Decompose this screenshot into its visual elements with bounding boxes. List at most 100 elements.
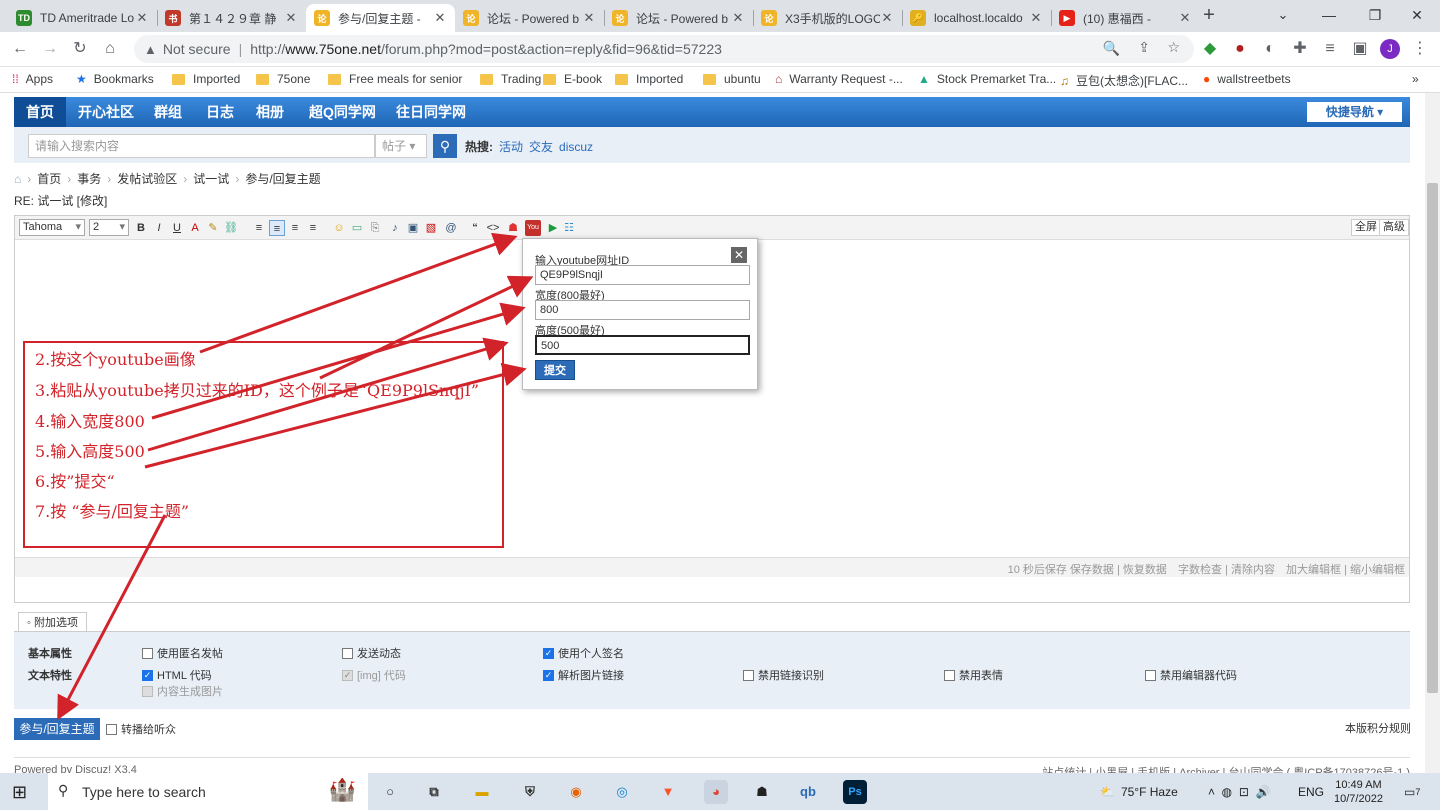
restore-button[interactable]: ❐ — [1352, 0, 1398, 32]
tv-icon[interactable]: ☷ — [561, 220, 577, 236]
checkbox[interactable] — [342, 647, 353, 659]
close-window-button[interactable]: ✕ — [1394, 0, 1440, 32]
font-color-icon[interactable]: A — [187, 220, 203, 236]
forum-nav-item[interactable]: 往日同学网 — [384, 97, 478, 127]
checkbox[interactable]: ✓ — [142, 669, 153, 681]
option-checkbox-row[interactable]: 使用匿名发帖 — [142, 645, 223, 661]
clock[interactable]: 10:49 AM 10/7/2022 — [1334, 773, 1383, 810]
windows-start-icon[interactable]: ⊞ — [12, 782, 27, 803]
forum-nav-item[interactable]: 超Q同学网 — [297, 97, 388, 127]
input-language[interactable]: ENG — [1298, 773, 1324, 810]
option-checkbox-row[interactable]: ✓ 使用个人签名 — [543, 645, 624, 661]
footer-links[interactable]: 站点统计 | 小黑屋 | 手机版 | Archiver | 台山同学会 ( 粤I… — [1042, 764, 1410, 773]
browser-tab[interactable]: 论参与/回复主题 - ✕ — [306, 4, 455, 32]
align-center-icon[interactable]: ≡ — [269, 220, 285, 236]
bookmark-item[interactable]: ubuntu — [703, 72, 761, 86]
browser-tab[interactable]: 论 X3手机版的LOGO ✕ — [753, 4, 902, 32]
option-checkbox-row[interactable]: 禁用表情 — [944, 667, 1003, 683]
quick-nav-button[interactable]: 快捷导航 ▾ — [1307, 102, 1402, 122]
firefox-icon[interactable]: ◉ — [564, 780, 588, 804]
reload-icon[interactable]: ↻ — [70, 39, 90, 59]
quote-icon[interactable]: “ — [467, 220, 483, 236]
rules-link[interactable]: 本版积分规则 — [1345, 720, 1411, 736]
width-field[interactable]: 800 — [535, 300, 750, 320]
media-icon[interactable]: ≡ — [1320, 39, 1340, 59]
minimize-button[interactable]: — — [1306, 0, 1352, 32]
flash-icon[interactable]: ▧ — [423, 220, 439, 236]
tab-close-icon[interactable]: ✕ — [284, 10, 298, 26]
chrome-icon[interactable]: ◕ — [704, 780, 728, 804]
forward-option[interactable]: 转播给听众 — [106, 721, 176, 737]
bookmark-item[interactable]: ♫ 豆包(太想念)[FLAC... — [1060, 72, 1188, 89]
forward-icon[interactable]: → — [40, 39, 60, 59]
bookmark-item[interactable]: 75one — [256, 72, 310, 86]
shield-icon[interactable]: ⛨ — [518, 780, 542, 804]
bookmark-item[interactable]: ⌂ Warranty Request -... — [775, 72, 903, 86]
fullscreen-button[interactable]: 全屏 — [1351, 219, 1381, 236]
bookmark-item[interactable]: ● wallstreetbets — [1203, 72, 1291, 86]
checkbox[interactable] — [142, 647, 153, 659]
zoom-icon[interactable]: 🔍 — [1103, 40, 1120, 57]
height-field[interactable]: 500 — [535, 335, 750, 355]
checkbox[interactable]: ✓ — [543, 647, 554, 659]
checkbox[interactable] — [743, 669, 754, 681]
photoshop-icon[interactable]: Ps — [843, 780, 867, 804]
bookmark-item[interactable]: E-book — [543, 72, 602, 86]
image-icon[interactable]: ▭ — [349, 220, 365, 236]
bookmark-item[interactable]: Imported — [615, 72, 683, 86]
search-button[interactable]: ⚲ — [433, 134, 457, 158]
bookmark-item[interactable]: ⁞⁞ Apps — [12, 72, 53, 86]
breadcrumb-item[interactable]: 首页 — [37, 170, 61, 187]
tray-icons[interactable]: ˄ ◍ ⊡ 🔊 — [1208, 773, 1270, 810]
align-right-icon[interactable]: ≡ — [287, 220, 303, 236]
bookmark-item[interactable]: ★ Bookmarks — [76, 72, 154, 86]
close-icon[interactable]: ✕ — [731, 247, 747, 263]
forum-nav-item[interactable]: 相册 — [244, 97, 296, 127]
forum-nav-item[interactable]: 开心社区 — [66, 97, 146, 127]
qbittorrent-icon[interactable]: qb — [796, 780, 820, 804]
new-tab-button[interactable]: + — [1186, 0, 1232, 32]
advanced-button[interactable]: 高级 — [1379, 219, 1409, 236]
weather-widget[interactable]: ⛅ 75°F Haze — [1100, 773, 1178, 810]
attachment-icon[interactable]: ⎘ — [367, 220, 383, 236]
option-checkbox-row[interactable]: 发送动态 — [342, 645, 401, 661]
browser-tab[interactable]: 论论坛 - Powered b ✕ — [455, 4, 604, 32]
back-icon[interactable]: ← — [10, 39, 30, 59]
tab-close-icon[interactable]: ✕ — [582, 10, 596, 26]
youtube-icon[interactable]: You — [525, 220, 541, 236]
forum-nav-item[interactable]: 首页 — [14, 97, 66, 127]
tab-close-icon[interactable]: ✕ — [135, 10, 149, 26]
dialog-submit-button[interactable]: 提交 — [535, 360, 575, 380]
bookmark-star-icon[interactable]: ☆ — [1167, 39, 1180, 56]
hot-link[interactable]: 交友 — [529, 140, 553, 154]
word-check-link[interactable]: 字数检查 | 清除内容 — [1178, 564, 1275, 576]
qq-icon[interactable]: ☗ — [750, 780, 774, 804]
taskbar-search[interactable]: ⚲ Type here to search 🏰 — [48, 773, 368, 810]
tab-close-icon[interactable]: ✕ — [880, 10, 894, 26]
smiley-icon[interactable]: ☺ — [331, 220, 347, 236]
extension-shield-icon[interactable]: ◆ — [1200, 39, 1220, 59]
checkbox[interactable] — [1145, 669, 1156, 681]
browser-tab[interactable]: ▶ (10) 惠福西 - ✕ — [1051, 4, 1200, 32]
hot-link[interactable]: discuz — [559, 140, 593, 154]
options-tab[interactable]: ◦ 附加选项 — [18, 612, 87, 632]
background-color-icon[interactable]: ✎ — [205, 220, 221, 236]
bookmark-item[interactable]: Free meals for senior — [328, 72, 462, 86]
code-icon[interactable]: <> — [485, 220, 501, 236]
home-icon[interactable]: ⌂ — [14, 172, 21, 186]
forward-checkbox[interactable] — [106, 723, 117, 735]
justify-icon[interactable]: ≡ — [305, 220, 321, 236]
tab-close-icon[interactable]: ✕ — [1029, 10, 1043, 26]
breadcrumb-item[interactable]: 发帖试验区 — [117, 170, 177, 187]
bookmark-item[interactable]: ▲ Stock Premarket Tra... — [918, 72, 1056, 86]
home-icon[interactable]: ⌂ — [100, 39, 120, 59]
at-icon[interactable]: @ — [443, 220, 459, 236]
page-scrollbar[interactable] — [1425, 93, 1440, 773]
search-input[interactable]: 请输入搜索内容 — [28, 134, 375, 158]
reply-submit-button[interactable]: 参与/回复主题 — [14, 718, 100, 740]
file-explorer-icon[interactable]: ▬ — [470, 780, 494, 804]
play-icon[interactable]: ▶ — [545, 220, 561, 236]
link-icon[interactable]: ⛓ — [223, 220, 239, 236]
align-left-icon[interactable]: ≡ — [251, 220, 267, 236]
checkbox[interactable]: ✓ — [543, 669, 554, 681]
